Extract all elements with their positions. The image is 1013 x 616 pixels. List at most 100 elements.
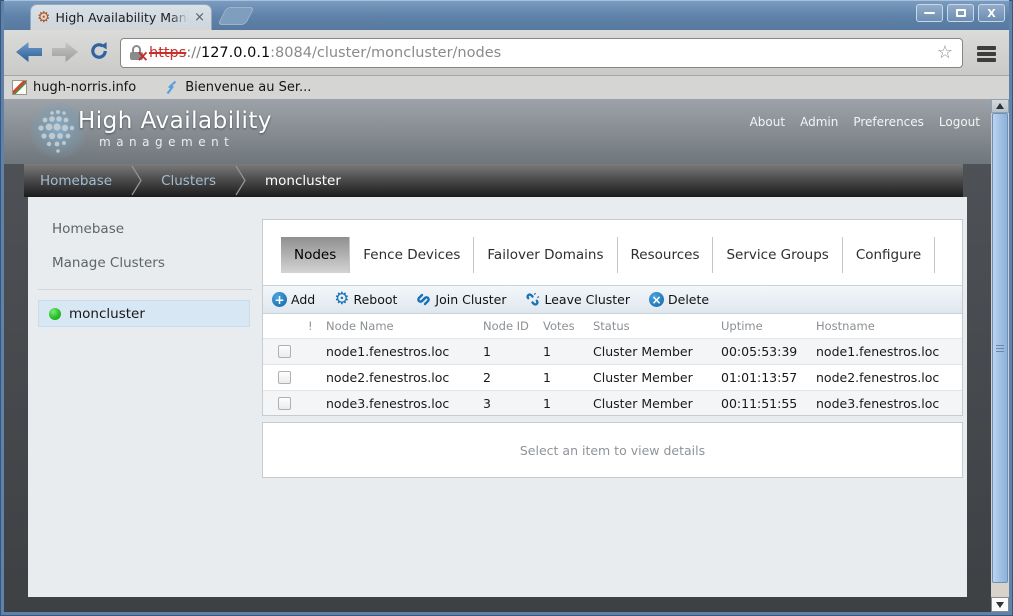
add-label: Add [291,292,315,307]
cell-node-id: 3 [483,390,543,416]
reboot-button[interactable]: ⚙ Reboot [334,292,397,307]
tab-fence-devices[interactable]: Fence Devices [350,237,474,273]
join-cluster-button[interactable]: Join Cluster [416,292,506,307]
browser-toolbar: × https://127.0.0.1:8084/cluster/monclus… [4,30,1009,76]
header-nav: About Admin Preferences Logout [750,115,980,129]
page-viewport: High Availability management About Admin… [4,99,1009,612]
brand-subtitle: management [99,135,272,149]
sidebar-item-manage-clusters[interactable]: Manage Clusters [28,255,262,271]
cell-status: Cluster Member [593,390,721,416]
new-tab-button[interactable] [217,7,254,25]
window-titlebar: ⚙ High Availability Manag × X [4,0,1009,30]
url-path: :8084/cluster/moncluster/nodes [270,45,501,61]
tab-resources[interactable]: Resources [618,237,714,273]
window-controls: X [916,4,1005,22]
tab-close-icon[interactable]: × [194,11,205,24]
hamburger-icon [977,46,996,49]
bookmark-item[interactable]: Bienvenue au Ser... [164,80,311,95]
row-checkbox[interactable] [278,371,291,384]
sidebar-item-moncluster[interactable]: moncluster [38,300,250,327]
scrollbar-track[interactable] [991,583,1009,597]
leave-cluster-button[interactable]: Leave Cluster [525,292,630,307]
table-row[interactable]: node1.fenestros.loc 1 1 Cluster Member 0… [263,338,962,364]
nav-link-logout[interactable]: Logout [939,115,980,129]
tab-service-groups[interactable]: Service Groups [713,237,842,273]
bookmark-favicon-icon [164,80,179,95]
bookmark-item[interactable]: hugh-norris.info [12,80,136,95]
chevron-right-icon [130,164,143,197]
cell-node-id: 1 [483,338,543,364]
minimize-button[interactable] [916,4,943,22]
back-button[interactable] [16,42,44,64]
row-checkbox[interactable] [278,397,291,410]
row-checkbox[interactable] [278,345,291,358]
tab-nodes[interactable]: Nodes [281,237,350,273]
tab-configure[interactable]: Configure [843,237,935,273]
arrow-down-icon [996,602,1004,608]
nodes-panel: Nodes Fence Devices Failover Domains Res… [262,219,963,416]
url-host: 127.0.0.1 [201,45,270,61]
scroll-up-button[interactable] [991,99,1009,113]
maximize-icon [956,9,966,17]
cell-votes: 1 [543,390,593,416]
breadcrumb-clusters[interactable]: Clusters [159,173,218,189]
sidebar: Homebase Manage Clusters moncluster [28,197,262,327]
address-bar[interactable]: × https://127.0.0.1:8084/cluster/monclus… [120,38,963,68]
url-separator: :// [186,45,201,61]
reboot-label: Reboot [353,292,397,307]
reload-icon [88,40,110,62]
link-icon [416,292,431,307]
col-uptime: Uptime [721,314,816,338]
delete-button[interactable]: × Delete [649,292,709,307]
bookmark-star-icon[interactable]: ☆ [937,44,953,62]
scrollbar-thumb[interactable] [992,113,1008,583]
sidebar-divider [38,289,252,290]
table-row[interactable]: node3.fenestros.loc 3 1 Cluster Member 0… [263,390,962,416]
nodes-table: ! Node Name Node ID Votes Status Uptime … [263,314,962,416]
forward-button[interactable] [52,42,80,64]
cell-node-name[interactable]: node3.fenestros.loc [326,390,483,416]
table-header-row: ! Node Name Node ID Votes Status Uptime … [263,314,962,338]
col-hostname: Hostname [816,314,962,338]
table-row[interactable]: node2.fenestros.loc 2 1 Cluster Member 0… [263,364,962,390]
tab-failover-domains[interactable]: Failover Domains [474,237,617,273]
cell-hostname: node3.fenestros.loc [816,390,962,416]
cell-node-name[interactable]: node2.fenestros.loc [326,364,483,390]
leave-cluster-label: Leave Cluster [544,292,630,307]
breadcrumb-homebase[interactable]: Homebase [38,173,114,189]
vertical-scrollbar[interactable] [991,99,1009,612]
scroll-down-button[interactable] [991,597,1009,612]
cell-node-name[interactable]: node1.fenestros.loc [326,338,483,364]
cell-node-id: 2 [483,364,543,390]
forward-arrow-icon [52,42,78,62]
nav-link-about[interactable]: About [750,115,785,129]
sidebar-item-homebase[interactable]: Homebase [28,221,262,237]
close-button[interactable]: X [978,4,1005,22]
delete-x-icon: × [649,292,664,307]
bookmark-favicon-icon [12,80,27,95]
cluster-name: moncluster [69,306,145,322]
minimize-icon [924,12,935,14]
url-scheme: https [149,45,186,61]
gear-favicon-icon: ⚙ [37,10,50,25]
add-button[interactable]: + Add [272,292,315,307]
browser-menu-button[interactable] [971,42,1001,66]
breadcrumb: Homebase Clusters moncluster [24,164,963,197]
cell-uptime: 00:05:53:39 [721,338,816,364]
cluster-tabs: Nodes Fence Devices Failover Domains Res… [281,237,962,273]
col-votes: Votes [543,314,593,338]
plus-icon: + [272,292,287,307]
reload-button[interactable] [88,40,116,62]
cluster-status-icon [49,308,61,320]
browser-tab[interactable]: ⚙ High Availability Manag × [30,4,212,30]
nav-link-preferences[interactable]: Preferences [853,115,924,129]
lock-cross-icon: × [136,49,149,64]
maximize-button[interactable] [947,4,974,22]
app-header: High Availability management About Admin… [4,99,991,164]
cell-status: Cluster Member [593,338,721,364]
nav-link-admin[interactable]: Admin [800,115,838,129]
arrow-up-icon [996,103,1004,109]
cell-hostname: node2.fenestros.loc [816,364,962,390]
insecure-lock-icon: × [130,45,144,61]
bookmark-label: Bienvenue au Ser... [185,80,311,95]
